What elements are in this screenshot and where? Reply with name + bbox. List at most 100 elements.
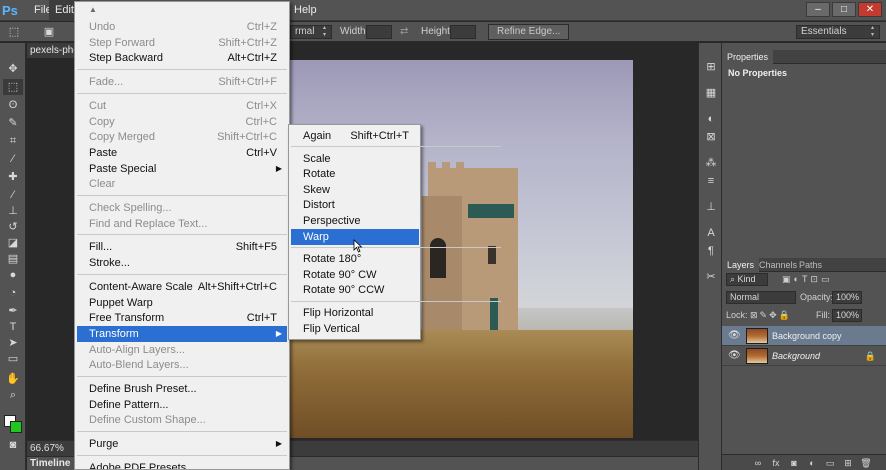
history-panel-icon[interactable]: ⊞ [702, 59, 720, 75]
eyedropper-icon[interactable]: ⁄ [3, 151, 23, 167]
move-icon[interactable]: ✥ [3, 61, 23, 77]
menu-item-rotate-180[interactable]: Rotate 180° [291, 251, 419, 267]
brush-presets-icon[interactable]: ≡ [702, 173, 720, 189]
menu-item-check-spelling[interactable]: Check Spelling... [77, 200, 287, 216]
eye-icon[interactable]: 👁 [728, 329, 741, 343]
tool-presets-icon[interactable]: ✂ [702, 269, 720, 285]
marquee-icon[interactable]: ⬚ [3, 79, 23, 95]
menu-item-fade[interactable]: Fade... Shift+Ctrl+F [77, 74, 287, 90]
menu-item-find-and-replace-text[interactable]: Find and Replace Text... [77, 216, 287, 232]
menu-item-again[interactable]: Again Shift+Ctrl+T [291, 128, 419, 144]
eye-icon[interactable]: 👁 [728, 349, 741, 363]
menu-item-step-backward[interactable]: Step Backward Alt+Ctrl+Z [77, 50, 287, 66]
menu-item-stroke[interactable]: Stroke... [77, 255, 287, 271]
menu-item-auto-blend-layers[interactable]: Auto-Blend Layers... [77, 357, 287, 373]
menu-item-define-pattern[interactable]: Define Pattern... [77, 397, 287, 413]
shape-icon[interactable]: ▭ [3, 351, 23, 367]
fill-input[interactable]: 100% [832, 309, 862, 322]
menu-item-rotate[interactable]: Rotate [291, 166, 419, 182]
quick-mask-icon[interactable]: ◙ [3, 437, 23, 453]
link-layers-icon[interactable]: ∞ [752, 456, 764, 470]
new-group-icon[interactable]: ▭ [824, 456, 836, 470]
marquee-options-icon[interactable]: ⬚ [4, 24, 24, 40]
blur-icon[interactable]: ● [3, 267, 23, 283]
clone-source-icon[interactable]: ⊥ [702, 199, 720, 215]
menu-item-free-transform[interactable]: Free Transform Ctrl+T [77, 310, 287, 326]
background-color-swatch[interactable] [10, 421, 22, 433]
menu-item-copy-merged[interactable]: Copy Merged Shift+Ctrl+C [77, 129, 287, 145]
opacity-input[interactable]: 100% [832, 291, 862, 304]
paragraph-panel-icon[interactable]: ¶ [702, 243, 720, 259]
menu-item-flip-vertical[interactable]: Flip Vertical [291, 321, 419, 337]
layer-style-icon[interactable]: fx [770, 456, 782, 470]
layer-filter-icons[interactable]: ▣◐T⊡▭ [782, 273, 832, 286]
healing-icon[interactable]: ✚ [3, 169, 23, 185]
menu-item-paste-special[interactable]: Paste Special ▶ [77, 161, 287, 177]
menu-item-flip-horizontal[interactable]: Flip Horizontal [291, 305, 419, 321]
style-select[interactable]: rmal [290, 25, 332, 39]
menu-item-copy[interactable]: Copy Ctrl+C [77, 114, 287, 130]
adjustments-panel-icon[interactable]: ◐ [702, 111, 720, 127]
delete-layer-icon[interactable]: 🗑 [860, 456, 872, 470]
timeline-tab[interactable]: Timeline [30, 457, 70, 470]
adjustment-layer-icon[interactable]: ◐ [806, 456, 818, 470]
layer-row-background[interactable]: 👁 Background 🔒 [722, 346, 886, 366]
quick-select-icon[interactable]: ✎ [3, 115, 23, 131]
close-button[interactable]: ✕ [858, 2, 882, 17]
menu-item-rotate-90-cw[interactable]: Rotate 90° CW [291, 267, 419, 283]
menu-item-puppet-warp[interactable]: Puppet Warp [77, 295, 287, 311]
minimize-button[interactable]: – [806, 2, 830, 17]
menu-help[interactable]: Help [288, 0, 323, 21]
menu-item-distort[interactable]: Distort [291, 197, 419, 213]
pen-icon[interactable]: ✒ [3, 303, 23, 319]
layer-row-background-copy[interactable]: 👁 Background copy [722, 326, 886, 346]
brush-panel-icon[interactable]: ⁂ [702, 155, 720, 171]
menu-item-transform[interactable]: Transform ▶ [77, 325, 287, 342]
width-input[interactable] [366, 25, 392, 39]
layer-filter-select[interactable]: ⌕ Kind [726, 273, 768, 286]
stamp-icon[interactable]: ⊥ [3, 203, 23, 219]
character-panel-icon[interactable]: A [702, 225, 720, 241]
lasso-icon[interactable]: ʘ [3, 97, 23, 113]
menu-item-purge[interactable]: Purge ▶ [77, 436, 287, 452]
height-input[interactable] [450, 25, 476, 39]
new-layer-icon[interactable]: ⊞ [842, 456, 854, 470]
document-tab[interactable]: pexels-pho [30, 43, 76, 58]
menu-item-skew[interactable]: Skew [291, 182, 419, 198]
menu-item-fill[interactable]: Fill... Shift+F5 [77, 239, 287, 255]
lock-icons[interactable]: ⊠✎✥🔒 [750, 309, 792, 322]
menu-item-undo[interactable]: Undo Ctrl+Z [77, 19, 287, 35]
blend-mode-select[interactable]: Normal [726, 291, 796, 304]
menu-item-define-brush-preset[interactable]: Define Brush Preset... [77, 381, 287, 397]
menu-item-cut[interactable]: Cut Ctrl+X [77, 98, 287, 114]
menu-item-content-aware-scale[interactable]: Content-Aware Scale Alt+Shift+Ctrl+C [77, 279, 287, 295]
path-select-icon[interactable]: ➤ [3, 335, 23, 351]
menu-item-scale[interactable]: Scale [291, 151, 419, 167]
zoom-icon[interactable]: ⌕ [3, 387, 23, 403]
crop-icon[interactable]: ⌗ [3, 133, 23, 149]
menu-item-perspective[interactable]: Perspective [291, 213, 419, 229]
new-selection-icon[interactable]: ▣ [42, 24, 56, 40]
menu-item-paste[interactable]: Paste Ctrl+V [77, 145, 287, 161]
eraser-icon[interactable]: ◪ [3, 235, 23, 251]
menu-item-auto-align-layers[interactable]: Auto-Align Layers... [77, 342, 287, 358]
menu-item-adobe-pdf-presets[interactable]: Adobe PDF Presets... [77, 460, 287, 469]
maximize-button[interactable]: □ [832, 2, 856, 17]
dodge-icon[interactable]: ◔ [3, 285, 23, 301]
styles-panel-icon[interactable]: ⊠ [702, 129, 720, 145]
menu-item-define-custom-shape[interactable]: Define Custom Shape... [77, 412, 287, 428]
menu-item-rotate-90-ccw[interactable]: Rotate 90° CCW [291, 282, 419, 298]
gradient-icon[interactable]: ▤ [3, 251, 23, 267]
tab-paths[interactable]: Paths [794, 258, 827, 272]
swap-icon[interactable]: ⇄ [400, 22, 408, 42]
actions-panel-icon[interactable]: ▦ [702, 85, 720, 101]
layer-mask-icon[interactable]: ◙ [788, 456, 800, 470]
scroll-up-icon[interactable]: ▲ [89, 5, 97, 14]
menu-item-clear[interactable]: Clear [77, 176, 287, 192]
menu-item-step-forward[interactable]: Step Forward Shift+Ctrl+Z [77, 35, 287, 51]
type-icon[interactable]: T [3, 319, 23, 335]
refine-edge-button[interactable]: Refine Edge... [488, 24, 570, 40]
hand-icon[interactable]: ✋ [3, 371, 23, 387]
workspace-select[interactable]: Essentials [796, 25, 880, 39]
tab-properties[interactable]: Properties [722, 50, 774, 64]
